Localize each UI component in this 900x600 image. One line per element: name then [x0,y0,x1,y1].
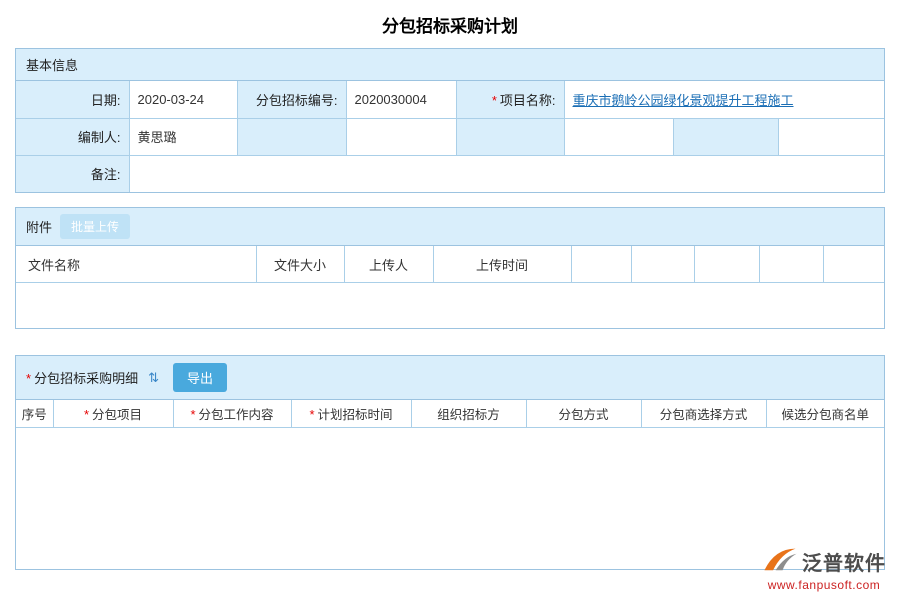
fanpu-logo-icon [762,546,798,577]
date-label: 日期: [16,81,129,118]
attachments-col-empty [759,246,823,282]
project-name-label-text: 项目名称: [500,93,556,108]
details-title: 分包招标采购明细 [34,371,138,386]
required-mark: * [26,371,31,386]
author-value: 黄思璐 [129,118,237,155]
brand-name: 泛普软件 [802,547,886,576]
basic-info-section: 基本信息 日期: 2020-03-24 分包招标编号: 2020030004 *… [15,48,885,193]
attachments-col-uploader: 上传人 [344,246,433,282]
remark-value [129,155,884,192]
details-col-seq: 序号 [16,400,53,427]
project-name-cell: 重庆市鹅岭公园绿化景观提升工程施工 [564,81,884,118]
empty-cell [673,118,778,155]
details-empty-area [16,427,884,569]
details-section: *分包招标采购明细 ⇅ 导出 序号 *分包项目 *分包工作内容 *计划招标时间 … [15,355,885,570]
export-button[interactable]: 导出 [173,363,227,392]
attachments-title: 附件 [26,217,52,236]
details-col-candidate-list: 候选分包商名单 [766,400,884,427]
basic-info-table: 日期: 2020-03-24 分包招标编号: 2020030004 *项目名称:… [16,81,884,192]
details-col-subcontract-item: *分包项目 [53,400,173,427]
attachments-col-empty [823,246,884,282]
empty-cell [346,118,456,155]
details-header: *分包招标采购明细 ⇅ 导出 [16,356,884,400]
details-col-label: 序号 [22,408,47,422]
brand-website: www.fanpusoft.com [762,578,886,592]
attachments-col-empty [631,246,694,282]
required-mark: * [492,93,497,108]
bid-number-label: 分包招标编号: [237,81,346,118]
details-col-organizer: 组织招标方 [411,400,526,427]
page-title: 分包招标采购计划 [0,0,900,48]
empty-cell [564,118,673,155]
attachments-col-file-size: 文件大小 [256,246,344,282]
details-col-label: 分包商选择方式 [660,408,748,422]
attachments-empty-area [16,282,884,328]
basic-info-row-1: 日期: 2020-03-24 分包招标编号: 2020030004 *项目名称:… [16,81,884,118]
details-col-label: 分包方式 [558,408,608,422]
brand-logo-row: 泛普软件 [762,546,886,577]
details-col-label: 组织招标方 [437,408,500,422]
project-name-link[interactable]: 重庆市鹅岭公园绿化景观提升工程施工 [573,93,794,108]
remark-label: 备注: [16,155,129,192]
author-label: 编制人: [16,118,129,155]
project-name-label: *项目名称: [456,81,564,118]
attachments-header: 附件 批量上传 [16,208,884,246]
details-header-row: 序号 *分包项目 *分包工作内容 *计划招标时间 组织招标方 分包方式 分包商选… [16,400,884,427]
attachments-col-empty [694,246,759,282]
details-col-label: 候选分包商名单 [781,408,869,422]
required-mark: * [84,407,89,422]
basic-info-row-3: 备注: [16,155,884,192]
details-col-label: 计划招标时间 [318,408,393,422]
details-title-wrap: *分包招标采购明细 [26,368,138,387]
basic-info-title: 基本信息 [26,55,78,74]
details-col-label: 分包工作内容 [199,408,274,422]
batch-upload-button[interactable]: 批量上传 [60,214,130,239]
details-col-subcontract-method: 分包方式 [526,400,641,427]
empty-cell [778,118,884,155]
details-col-work-content: * 分包工作内容 [173,400,291,427]
details-col-label: 分包项目 [92,408,142,422]
date-value: 2020-03-24 [129,81,237,118]
details-table: 序号 *分包项目 *分包工作内容 *计划招标时间 组织招标方 分包方式 分包商选… [16,400,884,427]
details-col-selection-method: 分包商选择方式 [641,400,766,427]
empty-cell [456,118,564,155]
attachments-section: 附件 批量上传 文件名称 文件大小 上传人 上传时间 [15,207,885,329]
required-mark: * [309,407,314,422]
sort-icon[interactable]: ⇅ [148,370,159,386]
attachments-table: 文件名称 文件大小 上传人 上传时间 [16,246,884,282]
attachments-col-upload-time: 上传时间 [433,246,571,282]
page: 分包招标采购计划 基本信息 日期: 2020-03-24 分包招标编号: 202… [0,0,900,570]
basic-info-header: 基本信息 [16,49,884,81]
required-mark: * [190,407,195,422]
empty-cell [237,118,346,155]
attachments-col-empty [571,246,631,282]
bid-number-value: 2020030004 [346,81,456,118]
brand-logo: 泛普软件 www.fanpusoft.com [762,546,886,592]
attachments-header-row: 文件名称 文件大小 上传人 上传时间 [16,246,884,282]
basic-info-row-2: 编制人: 黄思璐 [16,118,884,155]
details-col-planned-bid-time: * 计划招标时间 [291,400,411,427]
attachments-col-file-name: 文件名称 [16,246,256,282]
